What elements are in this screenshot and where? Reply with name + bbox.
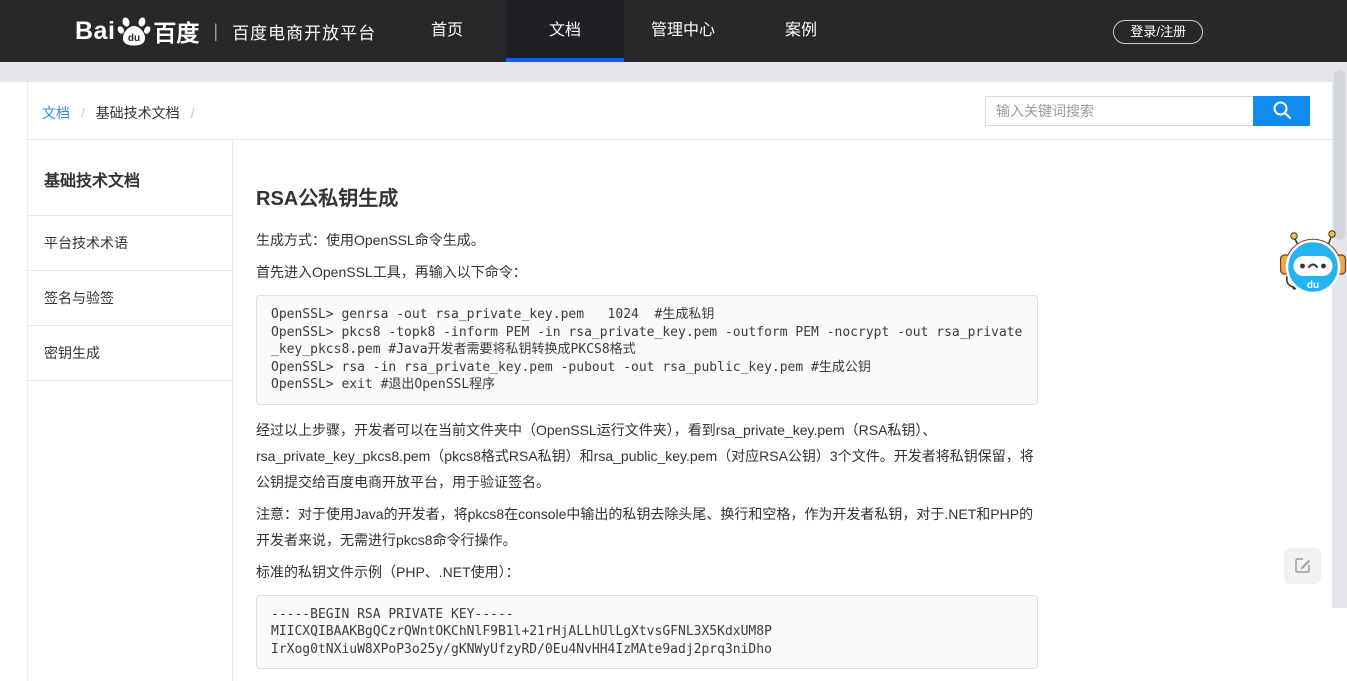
breadcrumb-separator: / bbox=[81, 105, 85, 121]
breadcrumb-current[interactable]: 基础技术文档 bbox=[96, 105, 180, 121]
breadcrumb-link-docs[interactable]: 文档 bbox=[42, 105, 70, 121]
feedback-edit-button[interactable] bbox=[1284, 548, 1321, 584]
paragraph-openssl-intro: 首先进入OpenSSL工具，再输入以下命令： bbox=[256, 259, 1038, 285]
main-nav: 首页 文档 管理中心 案例 bbox=[388, 0, 860, 62]
nav-item-home[interactable]: 首页 bbox=[388, 0, 506, 62]
page-title: RSA公私钥生成 bbox=[256, 182, 1039, 211]
service-robot-mascot[interactable]: du bbox=[1280, 224, 1346, 298]
sidebar: 基础技术文档 平台技术术语 签名与验签 密钥生成 bbox=[28, 140, 233, 681]
baidu-logo[interactable]: Bai du 百度 | 百度电商开放平台 bbox=[75, 0, 376, 62]
logo-divider: | bbox=[213, 21, 218, 42]
nav-item-docs[interactable]: 文档 bbox=[506, 0, 624, 62]
sidebar-title: 基础技术文档 bbox=[28, 140, 232, 216]
logo-text-bai: Bai bbox=[75, 17, 115, 46]
nav-item-console[interactable]: 管理中心 bbox=[624, 0, 742, 62]
sidebar-item-keygen[interactable]: 密钥生成 bbox=[28, 326, 232, 381]
breadcrumb-bar: 文档 / 基础技术文档 / bbox=[28, 82, 1332, 140]
code-block-openssl-commands: OpenSSL> genrsa -out rsa_private_key.pem… bbox=[256, 295, 1038, 405]
top-navbar: Bai du 百度 | 百度电商开放平台 首页 文档 管理中心 案例 登录/注册 bbox=[0, 0, 1347, 62]
paragraph-steps-result: 经过以上步骤，开发者可以在当前文件夹中（OpenSSL运行文件夹），看到rsa_… bbox=[256, 417, 1038, 495]
edit-icon bbox=[1293, 555, 1313, 578]
paragraph-generation-method: 生成方式：使用OpenSSL命令生成。 bbox=[256, 227, 1038, 253]
breadcrumb-separator: / bbox=[191, 105, 195, 121]
code-block-private-key-sample: -----BEGIN RSA PRIVATE KEY----- MIICXQIB… bbox=[256, 595, 1038, 670]
page-background-band bbox=[0, 62, 1347, 82]
search-button[interactable] bbox=[1253, 96, 1310, 126]
logo-text-cn: 百度 bbox=[153, 14, 199, 48]
content-container: 文档 / 基础技术文档 / 基础技术文档 平台技术术语 签名与验签 密钥生成 bbox=[27, 82, 1332, 681]
breadcrumb: 文档 / 基础技术文档 / bbox=[42, 103, 201, 123]
sidebar-item-signature[interactable]: 签名与验签 bbox=[28, 271, 232, 326]
article: RSA公私钥生成 生成方式：使用OpenSSL命令生成。 首先进入OpenSSL… bbox=[233, 140, 1039, 681]
paragraph-key-example-label: 标准的私钥文件示例（PHP、.NET使用）： bbox=[256, 559, 1038, 585]
login-register-button[interactable]: 登录/注册 bbox=[1113, 20, 1203, 44]
svg-text:du: du bbox=[1307, 280, 1319, 291]
doc-body: 基础技术文档 平台技术术语 签名与验签 密钥生成 RSA公私钥生成 生成方式：使… bbox=[28, 140, 1332, 681]
paragraph-java-note: 注意：对于使用Java的开发者，将pkcs8在console中输出的私钥去除头尾… bbox=[256, 501, 1038, 553]
svg-text:du: du bbox=[128, 33, 140, 44]
search-icon bbox=[1271, 99, 1293, 124]
scrollbar-thumb[interactable] bbox=[1334, 70, 1345, 240]
search-input[interactable] bbox=[985, 96, 1253, 126]
sidebar-item-terms[interactable]: 平台技术术语 bbox=[28, 216, 232, 271]
platform-subtitle: 百度电商开放平台 bbox=[232, 19, 376, 44]
doc-search bbox=[985, 96, 1310, 126]
scrollbar[interactable] bbox=[1332, 62, 1347, 608]
baidu-paw-icon: du bbox=[117, 14, 151, 48]
nav-item-cases[interactable]: 案例 bbox=[742, 0, 860, 62]
